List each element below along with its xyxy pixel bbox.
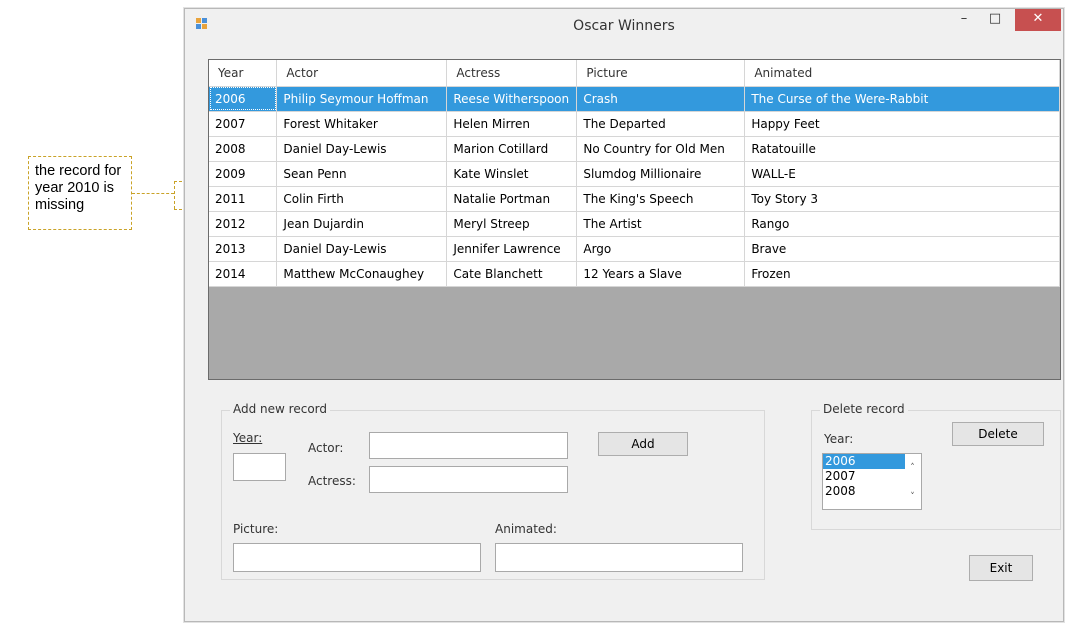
annotation-text: the record for year 2010 is missing (35, 163, 122, 213)
exit-button[interactable]: Exit (969, 555, 1033, 581)
cell-actress[interactable]: Helen Mirren (446, 111, 578, 137)
cell-actor[interactable]: Daniel Day-Lewis (276, 136, 448, 162)
cell-actress[interactable]: Natalie Portman (446, 186, 578, 212)
delete-button[interactable]: Delete (952, 422, 1044, 446)
animated-input[interactable] (495, 543, 743, 572)
cell-animated[interactable]: Ratatouille (744, 136, 1060, 162)
actor-label: Actor: (308, 441, 344, 455)
cell-animated[interactable]: Rango (744, 211, 1060, 237)
cell-picture[interactable]: The King's Speech (576, 186, 746, 212)
close-button[interactable]: ✕ (1015, 9, 1061, 31)
scroll-down-icon[interactable]: ˅ (904, 492, 921, 502)
cell-animated[interactable]: Brave (744, 236, 1060, 262)
cell-year[interactable]: 2014 (209, 261, 278, 287)
column-header-actress[interactable]: Actress (446, 60, 578, 87)
year-listbox[interactable]: 2006 2007 2008 ˄ ˅ (822, 453, 922, 510)
cell-picture[interactable]: The Artist (576, 211, 746, 237)
table-row[interactable]: 2008 Daniel Day-Lewis Marion Cotillard No C… (209, 136, 1060, 162)
cell-year[interactable]: 2008 (209, 136, 278, 162)
picture-input[interactable] (233, 543, 481, 572)
cell-picture[interactable]: The Departed (576, 111, 746, 137)
cell-actor[interactable]: Forest Whitaker (276, 111, 448, 137)
app-window: Oscar Winners – □ ✕ Year Actor Actress P… (184, 8, 1064, 622)
callout-bracket (174, 181, 175, 209)
minimize-button[interactable]: – (950, 9, 978, 31)
scroll-up-icon[interactable]: ˄ (904, 463, 921, 473)
cell-actress[interactable]: Cate Blanchett (446, 261, 578, 287)
grid-header-row: Year Actor Actress Picture Animated (209, 60, 1060, 87)
cell-actor[interactable]: Colin Firth (276, 186, 448, 212)
cell-year[interactable]: 2011 (209, 186, 278, 212)
cell-actor[interactable]: Daniel Day-Lewis (276, 236, 448, 262)
column-header-picture[interactable]: Picture (576, 60, 746, 87)
cell-animated[interactable]: Toy Story 3 (744, 186, 1060, 212)
table-row[interactable]: 2007 Forest Whitaker Helen Mirren The Depar… (209, 111, 1060, 137)
list-item[interactable]: 2006 (823, 454, 905, 469)
delete-record-group-title: Delete record (820, 402, 908, 416)
column-header-actor[interactable]: Actor (276, 60, 448, 87)
delete-year-label: Year: (824, 432, 854, 446)
cell-actress[interactable]: Marion Cotillard (446, 136, 578, 162)
cell-year[interactable]: 2009 (209, 161, 278, 187)
cell-animated[interactable]: Happy Feet (744, 111, 1060, 137)
actress-label: Actress: (308, 474, 356, 488)
table-row[interactable]: 2014 Matthew McConaughey Cate Blanchett 12 … (209, 261, 1060, 287)
cell-picture[interactable]: Crash (576, 86, 746, 112)
year-label: Year: (233, 431, 263, 445)
delete-record-group: Delete record Year: Delete 2006 2007 2008 … (811, 402, 1061, 530)
window-title: Oscar Winners (573, 18, 675, 34)
column-header-animated[interactable]: Animated (744, 60, 1060, 87)
table-row[interactable]: 2011 Colin Firth Natalie Portman The King's… (209, 186, 1060, 212)
annotation-callout: the record for year 2010 is missing (28, 156, 132, 230)
cell-year[interactable]: 2012 (209, 211, 278, 237)
cell-actor[interactable]: Philip Seymour Hoffman (276, 86, 448, 112)
cell-actor[interactable]: Sean Penn (276, 161, 448, 187)
callout-connector (132, 193, 174, 194)
table-row[interactable]: 2013 Daniel Day-Lewis Jennifer Lawrence Arg… (209, 236, 1060, 262)
cell-year[interactable]: 2007 (209, 111, 278, 137)
cell-animated[interactable]: Frozen (744, 261, 1060, 287)
year-input[interactable] (233, 453, 286, 481)
add-record-group-title: Add new record (230, 402, 330, 416)
cell-picture[interactable]: Slumdog Millionaire (576, 161, 746, 187)
actress-input[interactable] (369, 466, 568, 493)
cell-animated[interactable]: WALL-E (744, 161, 1060, 187)
cell-picture[interactable]: 12 Years a Slave (576, 261, 746, 287)
cell-year[interactable]: 2006 (209, 86, 278, 112)
column-header-year[interactable]: Year (209, 60, 278, 87)
grid-table: Year Actor Actress Picture Animated 2006… (209, 60, 1060, 287)
actor-input[interactable] (369, 432, 568, 459)
cell-actor[interactable]: Jean Dujardin (276, 211, 448, 237)
cell-actress[interactable]: Jennifer Lawrence (446, 236, 578, 262)
title-bar[interactable]: Oscar Winners – □ ✕ (185, 9, 1063, 43)
table-row[interactable]: 2012 Jean Dujardin Meryl Streep The Artist R… (209, 211, 1060, 237)
cell-picture[interactable]: No Country for Old Men (576, 136, 746, 162)
data-grid[interactable]: Year Actor Actress Picture Animated 2006… (208, 59, 1061, 380)
listbox-scrollbar[interactable]: ˄ ˅ (904, 454, 921, 509)
cell-actress[interactable]: Kate Winslet (446, 161, 578, 187)
cell-animated[interactable]: The Curse of the Were-Rabbit (744, 86, 1060, 112)
table-row[interactable]: 2006 Philip Seymour Hoffman Reese Withersp… (209, 86, 1060, 112)
cell-year[interactable]: 2013 (209, 236, 278, 262)
maximize-button[interactable]: □ (981, 9, 1009, 31)
cell-actress[interactable]: Reese Witherspoon (446, 86, 578, 112)
animated-label: Animated: (495, 522, 557, 536)
picture-label: Picture: (233, 522, 279, 536)
add-button[interactable]: Add (598, 432, 688, 456)
cell-actor[interactable]: Matthew McConaughey (276, 261, 448, 287)
cell-actress[interactable]: Meryl Streep (446, 211, 578, 237)
add-record-group: Add new record Year: Actor: Actress: Add… (221, 402, 765, 580)
table-row[interactable]: 2009 Sean Penn Kate Winslet Slumdog Million… (209, 161, 1060, 187)
cell-picture[interactable]: Argo (576, 236, 746, 262)
